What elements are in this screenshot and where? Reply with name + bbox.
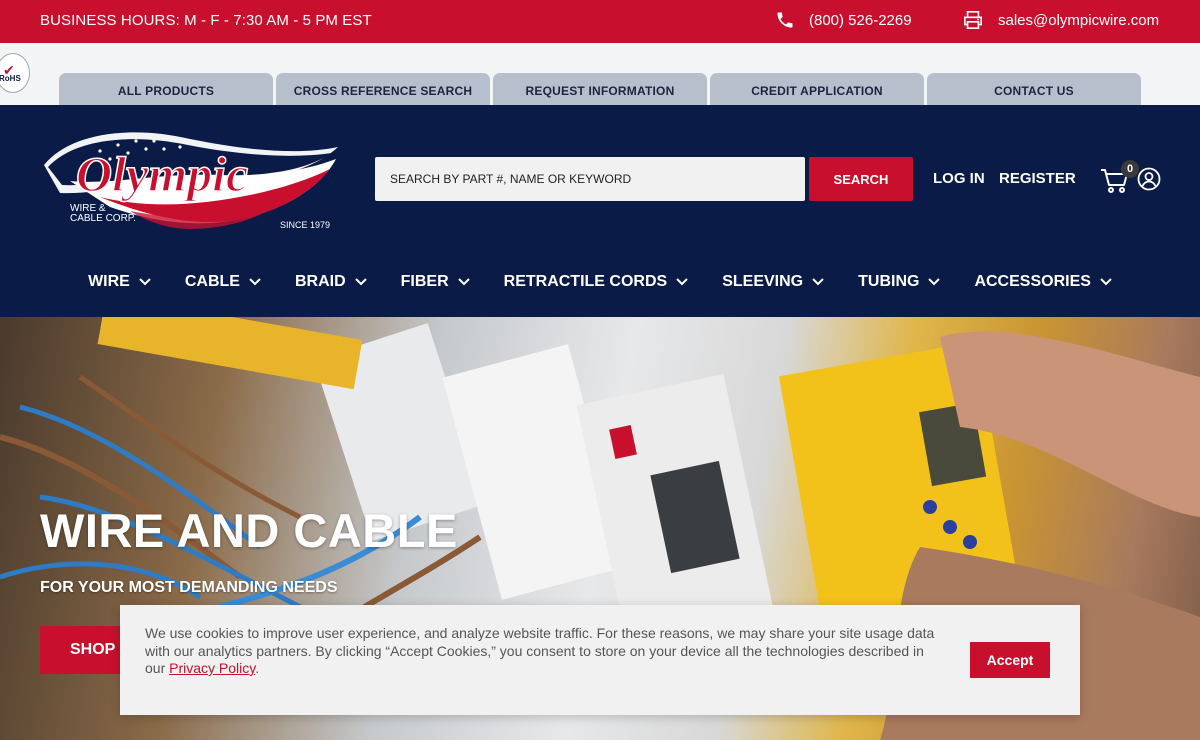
privacy-policy-link[interactable]: Privacy Policy (169, 660, 255, 676)
cookie-banner: We use cookies to improve user experienc… (120, 605, 1080, 715)
user-icon[interactable] (1137, 167, 1161, 191)
nav-label: FIBER (400, 273, 449, 290)
chevron-down-icon (676, 278, 688, 286)
nav-label: ACCESSORIES (974, 273, 1091, 290)
chevron-down-icon (812, 278, 824, 286)
chevron-down-icon (457, 278, 470, 286)
nav-label: BRAID (294, 273, 346, 290)
nav-label: TUBING (858, 273, 920, 290)
tab-all-products[interactable]: ALL PRODUCTS (59, 73, 273, 105)
search-input[interactable] (375, 157, 805, 201)
nav-tubing[interactable]: TUBING (841, 273, 957, 291)
login-link[interactable]: LOG IN (933, 170, 985, 187)
logo-since: SINCE 1979 (280, 220, 330, 230)
cookie-text: We use cookies to improve user experienc… (145, 625, 935, 676)
tab-request-information[interactable]: REQUEST INFORMATION (493, 73, 707, 105)
cookie-message: We use cookies to improve user experienc… (145, 625, 945, 678)
nav-cable[interactable]: CABLE (168, 273, 278, 291)
tab-credit-application[interactable]: CREDIT APPLICATION (710, 73, 924, 105)
tab-strip: ✔ RoHS ALL PRODUCTS CROSS REFERENCE SEAR… (0, 43, 1200, 105)
nav-braid[interactable]: BRAID (278, 273, 384, 291)
site-header: Olympic WIRE & CABLE CORP. SINCE 1979 SE… (0, 105, 1200, 317)
cookie-text-suffix: . (255, 660, 260, 676)
tab-contact-us[interactable]: CONTACT US (927, 73, 1141, 105)
chevron-down-icon (139, 278, 151, 286)
nav-sleeving[interactable]: SLEEVING (705, 273, 841, 291)
nav-label: SLEEVING (722, 273, 804, 290)
nav-label: WIRE (88, 273, 130, 290)
printer-icon (962, 10, 984, 30)
nav-accessories[interactable]: ACCESSORIES (957, 273, 1128, 291)
phone-link[interactable]: (800) 526-2269 (775, 10, 912, 30)
phone-icon (775, 10, 795, 30)
business-hours: BUSINESS HOURS: M - F - 7:30 AM - 5 PM E… (40, 12, 372, 29)
nav-wire[interactable]: WIRE (71, 273, 168, 291)
logo-wordmark: Olympic (76, 146, 248, 202)
nav-label: RETRACTILE CORDS (503, 273, 668, 290)
chevron-down-icon (249, 278, 261, 286)
rohs-badge: ✔ RoHS (0, 53, 30, 93)
register-link[interactable]: REGISTER (999, 170, 1076, 187)
tab-cross-reference-search[interactable]: CROSS REFERENCE SEARCH (276, 73, 490, 105)
email-link[interactable]: sales@olympicwire.com (962, 10, 1159, 30)
nav-retractile-cords[interactable]: RETRACTILE CORDS (487, 273, 706, 291)
chevron-down-icon (928, 278, 941, 286)
chevron-down-icon (354, 278, 367, 286)
search-button[interactable]: SEARCH (809, 157, 913, 201)
hero-title: WIRE AND CABLE (40, 504, 458, 557)
hero-subtitle: FOR YOUR MOST DEMANDING NEEDS (40, 579, 338, 596)
main-nav: WIRE CABLE BRAID FIBER RETRACTILE CORDS … (0, 273, 1200, 291)
olympic-logo[interactable]: Olympic WIRE & CABLE CORP. SINCE 1979 (40, 125, 340, 233)
chevron-down-icon (1100, 278, 1112, 286)
utility-tabs: ALL PRODUCTS CROSS REFERENCE SEARCH REQU… (59, 73, 1141, 105)
nav-fiber[interactable]: FIBER (384, 273, 487, 291)
nav-label: CABLE (184, 273, 240, 290)
rohs-label: RoHS (0, 74, 21, 83)
email-address: sales@olympicwire.com (998, 11, 1160, 29)
accept-cookies-button[interactable]: Accept (970, 642, 1050, 678)
top-bar: BUSINESS HOURS: M - F - 7:30 AM - 5 PM E… (0, 0, 1200, 43)
logo-line2: CABLE CORP. (70, 213, 136, 224)
phone-number: (800) 526-2269 (809, 11, 912, 29)
